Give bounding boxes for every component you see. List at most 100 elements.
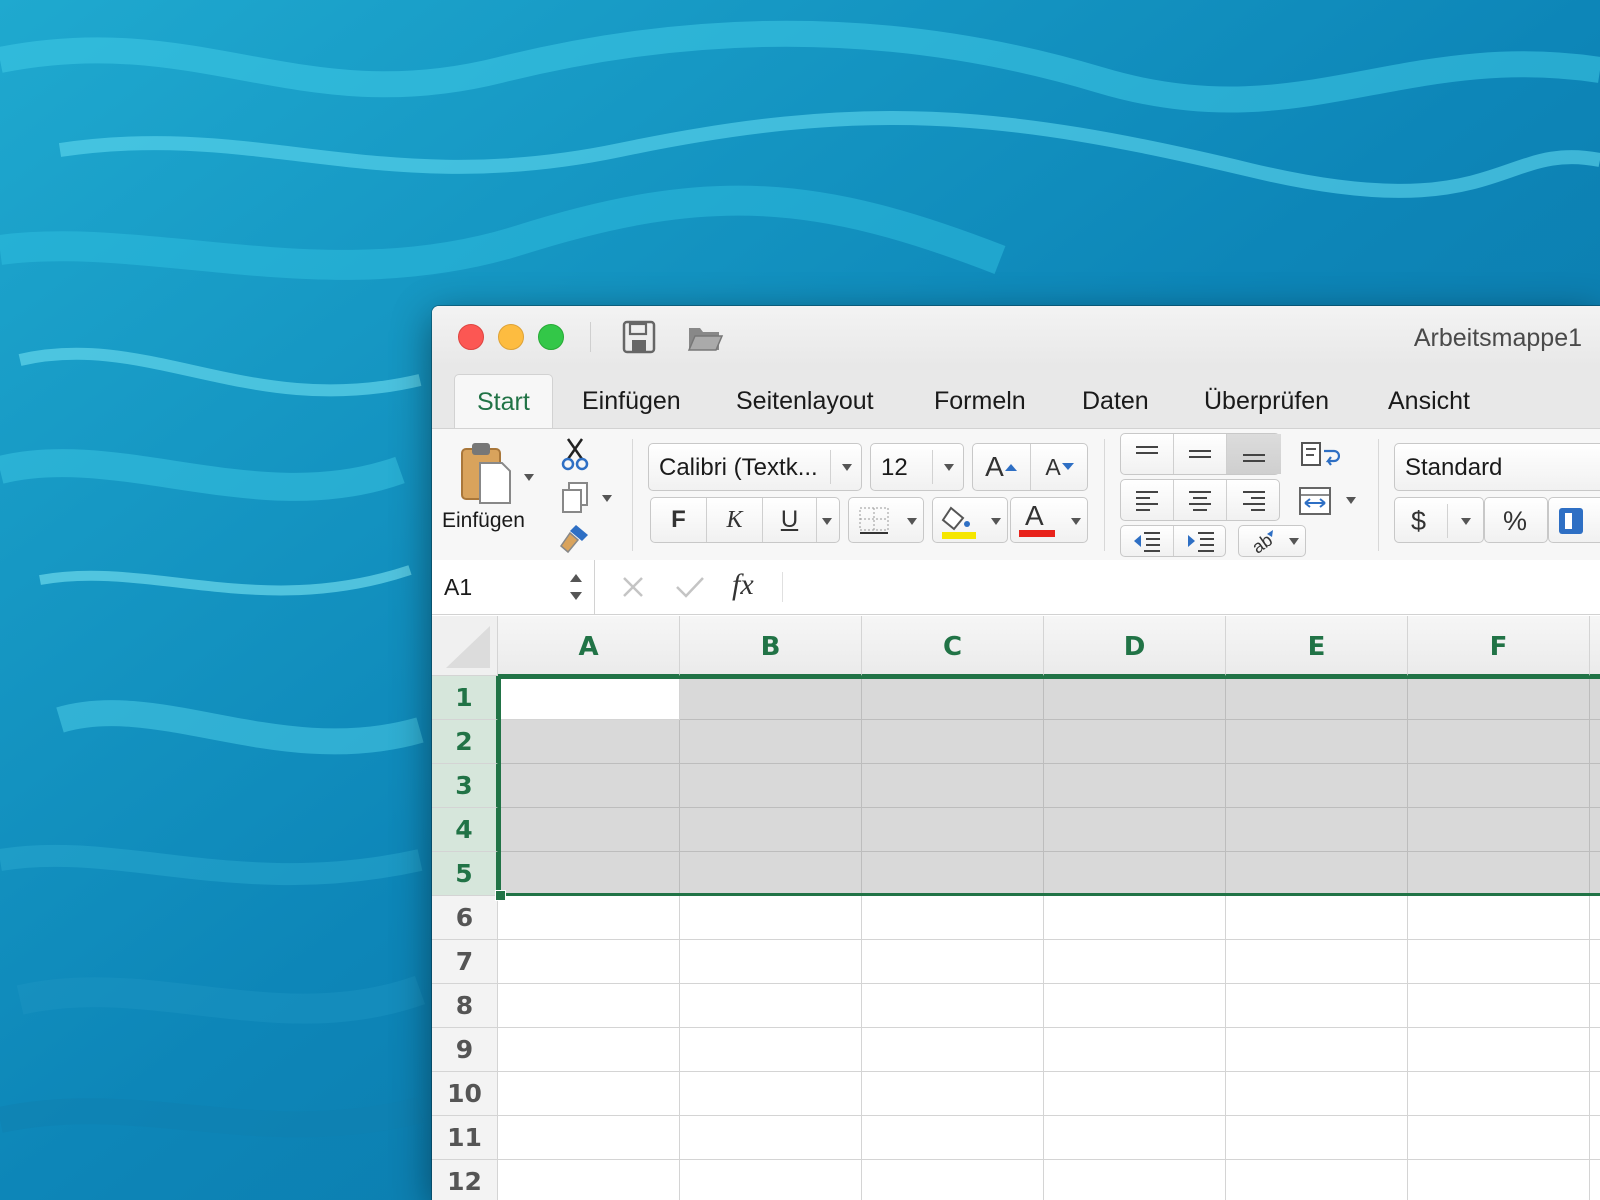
cell[interactable]: [1044, 1116, 1226, 1160]
cell[interactable]: [498, 1072, 680, 1116]
column-header-b[interactable]: B: [680, 616, 862, 676]
cell[interactable]: [1590, 764, 1600, 808]
cell[interactable]: [1408, 1160, 1590, 1200]
minimize-window-button[interactable]: [498, 324, 524, 350]
tab-seitenlayout[interactable]: Seitenlayout: [714, 374, 896, 428]
cell[interactable]: [1590, 852, 1600, 896]
tab-formeln[interactable]: Formeln: [912, 374, 1048, 428]
cell[interactable]: [862, 896, 1044, 940]
cell[interactable]: [1044, 1072, 1226, 1116]
row-header-6[interactable]: 6: [432, 896, 498, 940]
cell[interactable]: [1408, 896, 1590, 940]
cell[interactable]: [1590, 940, 1600, 984]
cell[interactable]: [862, 720, 1044, 764]
percent-button[interactable]: %: [1484, 497, 1548, 543]
font-color-dropdown-caret[interactable]: [1071, 518, 1081, 525]
zoom-window-button[interactable]: [538, 324, 564, 350]
confirm-entry-icon[interactable]: [674, 574, 706, 600]
cell[interactable]: [1044, 676, 1226, 720]
cell[interactable]: [680, 1160, 862, 1200]
text-orientation-button[interactable]: ab: [1238, 525, 1306, 557]
cell[interactable]: [862, 1072, 1044, 1116]
cell[interactable]: [1044, 940, 1226, 984]
cell[interactable]: [1044, 720, 1226, 764]
cell[interactable]: [1226, 808, 1408, 852]
row-header-8[interactable]: 8: [432, 984, 498, 1028]
font-name-select[interactable]: Calibri (Textk...: [648, 443, 862, 491]
decrease-indent-button[interactable]: [1121, 526, 1174, 556]
row-header-12[interactable]: 12: [432, 1160, 498, 1200]
close-window-button[interactable]: [458, 324, 484, 350]
cell[interactable]: [498, 940, 680, 984]
align-left-button[interactable]: [1121, 480, 1174, 520]
save-icon[interactable]: [620, 318, 658, 356]
cell[interactable]: [862, 1160, 1044, 1200]
underline-button[interactable]: U: [763, 498, 817, 542]
cell[interactable]: [1408, 852, 1590, 896]
cell[interactable]: [862, 1028, 1044, 1072]
row-header-7[interactable]: 7: [432, 940, 498, 984]
cell[interactable]: [862, 676, 1044, 720]
align-right-button[interactable]: [1227, 480, 1281, 520]
borders-dropdown-caret[interactable]: [907, 518, 917, 525]
cell[interactable]: [1408, 676, 1590, 720]
underline-dropdown-caret[interactable]: [822, 518, 832, 525]
cell[interactable]: [498, 764, 680, 808]
font-color-button[interactable]: A: [1010, 497, 1088, 543]
row-header-3[interactable]: 3: [432, 764, 498, 808]
cell[interactable]: [680, 1116, 862, 1160]
column-header-e[interactable]: E: [1226, 616, 1408, 676]
cell[interactable]: [1226, 720, 1408, 764]
cell[interactable]: [680, 764, 862, 808]
column-header-f[interactable]: F: [1408, 616, 1590, 676]
align-top-button[interactable]: [1121, 434, 1174, 474]
merge-center-icon[interactable]: [1298, 485, 1334, 517]
insert-function-button[interactable]: fx: [732, 568, 754, 602]
wrap-text-icon[interactable]: [1300, 441, 1340, 471]
cell[interactable]: [1590, 720, 1600, 764]
cell[interactable]: [1226, 940, 1408, 984]
shrink-font-button[interactable]: A: [1031, 444, 1089, 490]
copy-icon[interactable]: [560, 481, 590, 515]
tab-einfuegen[interactable]: Einfügen: [560, 374, 703, 428]
cell[interactable]: [1226, 1160, 1408, 1200]
cell[interactable]: [498, 896, 680, 940]
cell[interactable]: [862, 984, 1044, 1028]
cell[interactable]: [862, 1116, 1044, 1160]
cell[interactable]: [1408, 808, 1590, 852]
active-cell[interactable]: [498, 676, 680, 720]
cut-icon[interactable]: [560, 437, 590, 471]
select-all-corner[interactable]: [432, 616, 498, 676]
cell[interactable]: [1226, 1072, 1408, 1116]
column-header-c[interactable]: C: [862, 616, 1044, 676]
cell[interactable]: [1226, 896, 1408, 940]
cell[interactable]: [1408, 940, 1590, 984]
row-header-4[interactable]: 4: [432, 808, 498, 852]
cell[interactable]: [1590, 1028, 1600, 1072]
tab-start[interactable]: Start: [454, 374, 553, 429]
cell[interactable]: [1590, 1116, 1600, 1160]
align-center-button[interactable]: [1174, 480, 1227, 520]
cell[interactable]: [498, 1160, 680, 1200]
cell[interactable]: [1590, 896, 1600, 940]
cell[interactable]: [1226, 676, 1408, 720]
tab-daten[interactable]: Daten: [1060, 374, 1171, 428]
cell[interactable]: [1408, 1116, 1590, 1160]
paste-icon[interactable]: [458, 441, 514, 507]
orientation-dropdown-caret[interactable]: [1289, 538, 1299, 545]
tab-ueberpruefen[interactable]: Überprüfen: [1182, 374, 1351, 428]
cell[interactable]: [1044, 1160, 1226, 1200]
align-middle-button[interactable]: [1174, 434, 1227, 474]
cell[interactable]: [1226, 984, 1408, 1028]
row-header-2[interactable]: 2: [432, 720, 498, 764]
row-header-5[interactable]: 5: [432, 852, 498, 896]
cell[interactable]: [1408, 984, 1590, 1028]
align-bottom-button[interactable]: [1227, 434, 1281, 474]
cell[interactable]: [1408, 720, 1590, 764]
cell[interactable]: [680, 1028, 862, 1072]
cell[interactable]: [498, 852, 680, 896]
fill-handle[interactable]: [495, 890, 506, 901]
bold-button[interactable]: F: [651, 498, 707, 542]
grow-font-button[interactable]: A: [973, 444, 1031, 490]
currency-button[interactable]: $: [1394, 497, 1484, 543]
